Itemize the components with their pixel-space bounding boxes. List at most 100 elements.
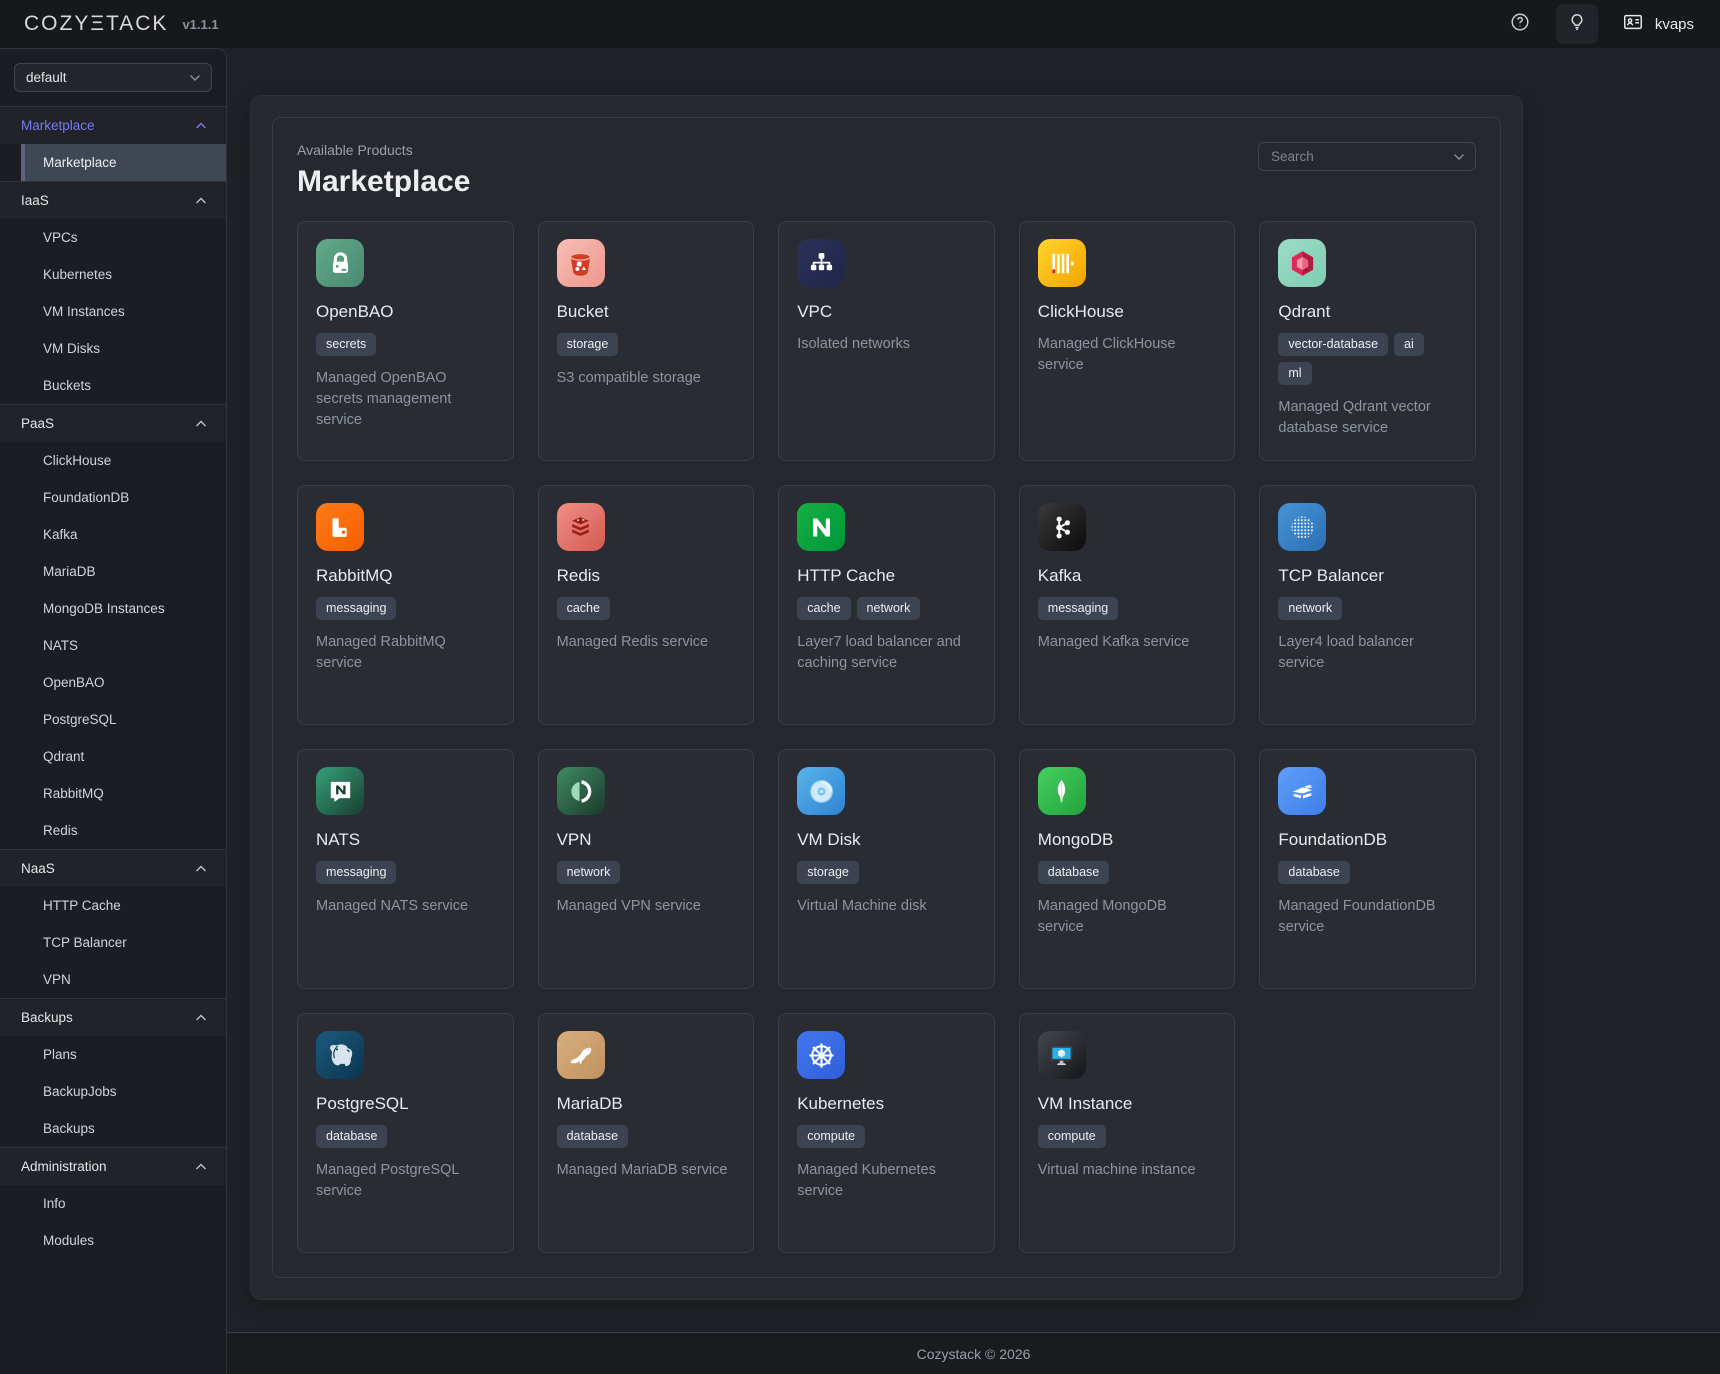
spacer <box>227 1299 1720 1332</box>
chevron-up-icon <box>195 420 207 428</box>
sidebar-section-items: Marketplace <box>0 144 226 181</box>
tag-network: network <box>557 861 621 884</box>
sidebar-item-postgresql[interactable]: PostgreSQL <box>21 701 226 738</box>
marketplace-panel: Available Products Marketplace OpenBAOse… <box>272 117 1501 1278</box>
sidebar-item-buckets[interactable]: Buckets <box>21 367 226 404</box>
sidebar-item-info[interactable]: Info <box>21 1185 226 1222</box>
product-tags: network <box>1278 597 1457 620</box>
sidebar-item-marketplace[interactable]: Marketplace <box>21 144 226 181</box>
sidebar-item-kafka[interactable]: Kafka <box>21 516 226 553</box>
product-name: VM Instance <box>1038 1094 1217 1114</box>
user-badge-icon <box>1620 11 1646 38</box>
vm-instance-icon <box>1038 1031 1086 1079</box>
sidebar-section-header-naas[interactable]: NaaS <box>0 849 226 887</box>
sidebar-section-label: NaaS <box>21 861 55 876</box>
tag-vector-database: vector-database <box>1278 333 1388 356</box>
product-card-vpn[interactable]: VPNnetworkManaged VPN service <box>538 749 755 989</box>
product-card-tcp-balancer[interactable]: TCP BalancernetworkLayer4 load balancer … <box>1259 485 1476 725</box>
postgresql-elephant-icon <box>316 1031 364 1079</box>
sidebar-section-header-paas[interactable]: PaaS <box>0 404 226 442</box>
qdrant-icon <box>1278 239 1326 287</box>
theme-toggle-button[interactable] <box>1556 4 1598 44</box>
product-card-mariadb[interactable]: MariaDBdatabaseManaged MariaDB service <box>538 1013 755 1253</box>
product-name: VPN <box>557 830 736 850</box>
product-card-kubernetes[interactable]: KubernetescomputeManaged Kubernetes serv… <box>778 1013 995 1253</box>
product-card-vpc[interactable]: VPCIsolated networks <box>778 221 995 461</box>
panel-header: Available Products Marketplace <box>297 142 1476 199</box>
product-tags: cache <box>557 597 736 620</box>
product-card-vm-disk[interactable]: VM DiskstorageVirtual Machine disk <box>778 749 995 989</box>
product-card-postgresql[interactable]: PostgreSQLdatabaseManaged PostgreSQL ser… <box>297 1013 514 1253</box>
header-actions: kvaps <box>1506 4 1694 44</box>
product-name: Bucket <box>557 302 736 322</box>
sidebar-section-header-backups[interactable]: Backups <box>0 998 226 1036</box>
sidebar-section-administration: AdministrationInfoModules <box>0 1147 226 1259</box>
sidebar-item-tcp-balancer[interactable]: TCP Balancer <box>21 924 226 961</box>
product-card-openbao[interactable]: OpenBAOsecretsManaged OpenBAO secrets ma… <box>297 221 514 461</box>
chevron-down-icon <box>1453 153 1465 161</box>
product-name: Kafka <box>1038 566 1217 586</box>
sidebar-section-iaas: IaaSVPCsKubernetesVM InstancesVM DisksBu… <box>0 181 226 404</box>
sidebar-item-foundationdb[interactable]: FoundationDB <box>21 479 226 516</box>
sidebar-item-mongodb-instances[interactable]: MongoDB Instances <box>21 590 226 627</box>
openbao-lock-icon <box>316 239 364 287</box>
sidebar-item-vpn[interactable]: VPN <box>21 961 226 998</box>
sidebar-item-openbao[interactable]: OpenBAO <box>21 664 226 701</box>
product-name: PostgreSQL <box>316 1094 495 1114</box>
sidebar-item-backupjobs[interactable]: BackupJobs <box>21 1073 226 1110</box>
help-button[interactable] <box>1506 10 1534 38</box>
product-card-foundationdb[interactable]: FoundationDBdatabaseManaged FoundationDB… <box>1259 749 1476 989</box>
product-card-nats[interactable]: NATSmessagingManaged NATS service <box>297 749 514 989</box>
chevron-up-icon <box>195 197 207 205</box>
breadcrumb: Available Products <box>297 142 470 158</box>
sidebar-item-clickhouse[interactable]: ClickHouse <box>21 442 226 479</box>
tag-database: database <box>557 1125 628 1148</box>
tenant-selector[interactable]: default <box>14 63 212 92</box>
product-card-kafka[interactable]: KafkamessagingManaged Kafka service <box>1019 485 1236 725</box>
page-layout: default MarketplaceMarketplaceIaaSVPCsKu… <box>0 0 1720 1374</box>
sidebar-section-header-marketplace[interactable]: Marketplace <box>0 106 226 144</box>
sidebar-item-redis[interactable]: Redis <box>21 812 226 849</box>
sidebar-item-vm-instances[interactable]: VM Instances <box>21 293 226 330</box>
sidebar-item-qdrant[interactable]: Qdrant <box>21 738 226 775</box>
product-description: Managed OpenBAO secrets management servi… <box>316 368 495 431</box>
sidebar-item-modules[interactable]: Modules <box>21 1222 226 1259</box>
product-card-redis[interactable]: RediscacheManaged Redis service <box>538 485 755 725</box>
sidebar-item-http-cache[interactable]: HTTP Cache <box>21 887 226 924</box>
sidebar-item-vpcs[interactable]: VPCs <box>21 219 226 256</box>
chevron-up-icon <box>195 1163 207 1171</box>
product-card-http-cache[interactable]: HTTP CachecachenetworkLayer7 load balanc… <box>778 485 995 725</box>
redis-icon <box>557 503 605 551</box>
sidebar-section-naas: NaaS HTTP CacheTCP BalancerVPN <box>0 849 226 998</box>
sidebar-item-vm-disks[interactable]: VM Disks <box>21 330 226 367</box>
tag-messaging: messaging <box>316 597 396 620</box>
product-description: Managed Redis service <box>557 632 736 653</box>
tcp-balancer-dots-icon <box>1278 503 1326 551</box>
sidebar-item-mariadb[interactable]: MariaDB <box>21 553 226 590</box>
help-icon <box>1509 11 1531 38</box>
sidebar-item-rabbitmq[interactable]: RabbitMQ <box>21 775 226 812</box>
sidebar-item-nats[interactable]: NATS <box>21 627 226 664</box>
user-menu[interactable]: kvaps <box>1620 11 1694 38</box>
product-card-vm-instance[interactable]: VM InstancecomputeVirtual machine instan… <box>1019 1013 1236 1253</box>
search-box[interactable] <box>1258 142 1476 171</box>
product-description: Managed MariaDB service <box>557 1160 736 1181</box>
product-name: HTTP Cache <box>797 566 976 586</box>
product-card-rabbitmq[interactable]: RabbitMQmessagingManaged RabbitMQ servic… <box>297 485 514 725</box>
product-card-clickhouse[interactable]: ClickHouseManaged ClickHouse service <box>1019 221 1236 461</box>
product-card-bucket[interactable]: BucketstorageS3 compatible storage <box>538 221 755 461</box>
tag-compute: compute <box>797 1125 865 1148</box>
sidebar-item-kubernetes[interactable]: Kubernetes <box>21 256 226 293</box>
mariadb-seal-icon <box>557 1031 605 1079</box>
sidebar-item-plans[interactable]: Plans <box>21 1036 226 1073</box>
product-name: Kubernetes <box>797 1094 976 1114</box>
sidebar-section-header-iaas[interactable]: IaaS <box>0 181 226 219</box>
sidebar-section-header-administration[interactable]: Administration <box>0 1147 226 1185</box>
product-card-mongodb[interactable]: MongoDBdatabaseManaged MongoDB service <box>1019 749 1236 989</box>
product-name: VM Disk <box>797 830 976 850</box>
sidebar-item-backups[interactable]: Backups <box>21 1110 226 1147</box>
product-name: MongoDB <box>1038 830 1217 850</box>
search-input[interactable] <box>1269 148 1445 165</box>
product-card-qdrant[interactable]: Qdrantvector-databaseaimlManaged Qdrant … <box>1259 221 1476 461</box>
tag-ai: ai <box>1394 333 1424 356</box>
